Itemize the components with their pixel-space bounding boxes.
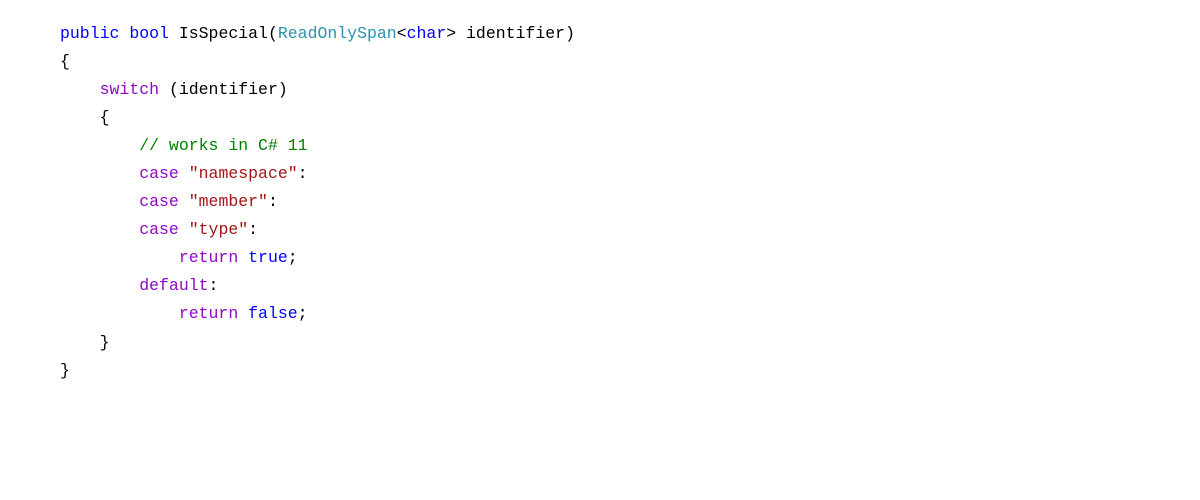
- semicolon: ;: [288, 248, 298, 267]
- param-identifier: identifier: [466, 24, 565, 43]
- brace-close: }: [60, 361, 70, 380]
- keyword-true: true: [248, 248, 288, 267]
- colon: :: [298, 164, 308, 183]
- open-paren-switch: (: [169, 80, 179, 99]
- keyword-switch: switch: [100, 80, 159, 99]
- angle-open: <: [397, 24, 407, 43]
- angle-close: >: [446, 24, 456, 43]
- code-block: public bool IsSpecial(ReadOnlySpan<char>…: [0, 0, 1200, 405]
- keyword-return: return: [179, 248, 238, 267]
- string-type: "type": [189, 220, 248, 239]
- brace-close-switch: }: [100, 333, 110, 352]
- keyword-return: return: [179, 304, 238, 323]
- keyword-bool: bool: [129, 24, 169, 43]
- comment-line: // works in C# 11: [139, 136, 307, 155]
- string-namespace: "namespace": [189, 164, 298, 183]
- close-paren-switch: ): [278, 80, 288, 99]
- brace-open-switch: {: [100, 108, 110, 127]
- semicolon: ;: [298, 304, 308, 323]
- colon: :: [268, 192, 278, 211]
- colon: :: [248, 220, 258, 239]
- brace-open: {: [60, 52, 70, 71]
- string-member: "member": [189, 192, 268, 211]
- colon: :: [209, 276, 219, 295]
- switch-expression: identifier: [179, 80, 278, 99]
- keyword-char: char: [407, 24, 447, 43]
- method-name: IsSpecial: [179, 24, 268, 43]
- keyword-case: case: [139, 192, 179, 211]
- keyword-case: case: [139, 220, 179, 239]
- keyword-false: false: [248, 304, 298, 323]
- open-paren: (: [268, 24, 278, 43]
- keyword-public: public: [60, 24, 119, 43]
- type-readonlyspan: ReadOnlySpan: [278, 24, 397, 43]
- keyword-default: default: [139, 276, 208, 295]
- keyword-case: case: [139, 164, 179, 183]
- close-paren: ): [565, 24, 575, 43]
